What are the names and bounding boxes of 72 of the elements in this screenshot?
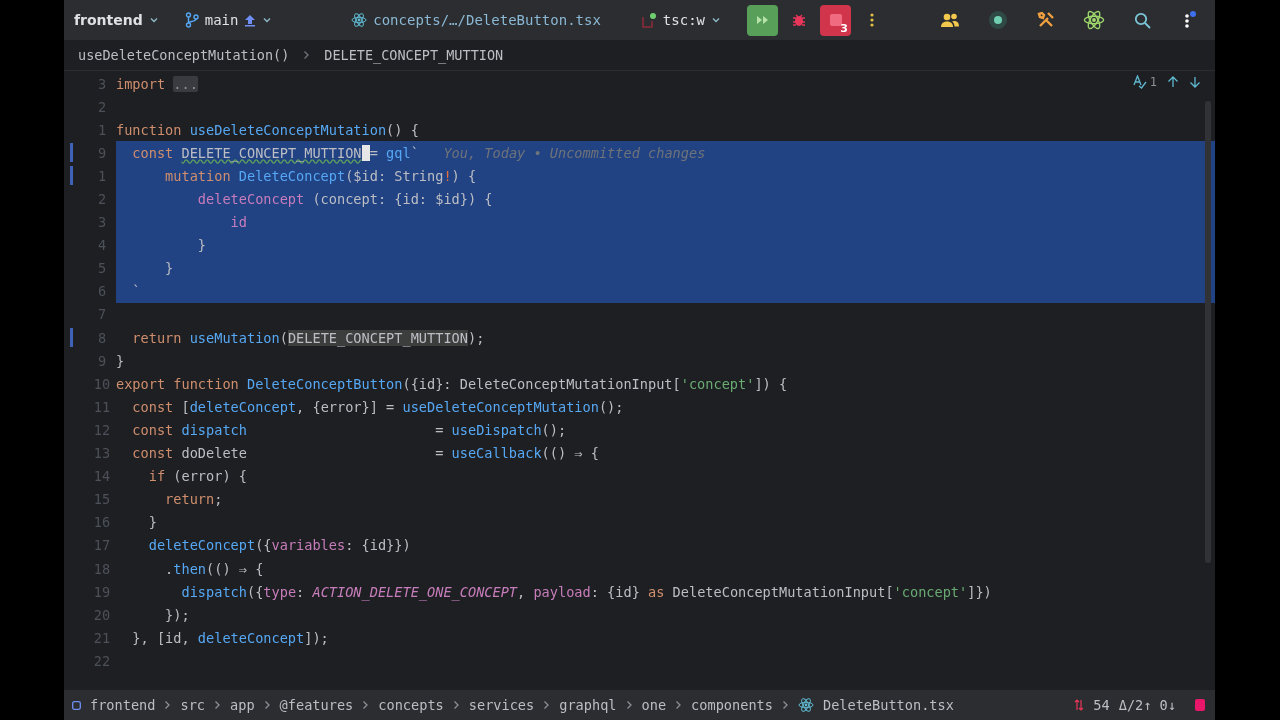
tools-icon bbox=[1037, 11, 1055, 29]
code-line: dispatch({type: ACTION_DELETE_ONE_CONCEPT, payload: {id} as DeleteConceptMutationInput['concept']}) bbox=[180, 582, 993, 603]
plugin-status-icon[interactable] bbox=[1195, 699, 1205, 711]
path-segment[interactable]: @features bbox=[279, 697, 354, 713]
kebab-icon bbox=[870, 13, 874, 27]
arrow-down-icon[interactable] bbox=[1189, 76, 1201, 88]
path-segment[interactable]: concepts bbox=[378, 697, 444, 713]
code-line: return; bbox=[164, 490, 224, 510]
atom-icon bbox=[1083, 9, 1105, 31]
stop-button[interactable]: 3 bbox=[820, 4, 851, 36]
run-config-icon bbox=[640, 12, 657, 28]
chevron-right-icon bbox=[781, 700, 789, 710]
code-line: }); bbox=[164, 605, 191, 625]
code-line: deleteConcept({variables: {id}}) bbox=[147, 536, 412, 556]
vcs-status[interactable]: Δ/2↑ 0↓ bbox=[1118, 697, 1176, 713]
path-segment[interactable]: frontend bbox=[90, 697, 156, 713]
chevron-right-icon bbox=[362, 700, 370, 710]
code-line: const [deleteConcept, {error}] = useDeleteConceptMutation(); bbox=[131, 397, 625, 417]
code-line: export function DeleteConceptButton({id}: DeleteConceptMutationInput['concept']) { bbox=[116, 374, 789, 394]
spellcheck-icon bbox=[1132, 75, 1147, 89]
chevron-right-icon bbox=[164, 700, 172, 710]
arrow-up-icon[interactable] bbox=[1167, 76, 1179, 88]
chevron-right-icon bbox=[625, 700, 633, 710]
breadcrumb-item[interactable]: useDeleteConceptMutation() bbox=[78, 47, 290, 63]
branch-selector[interactable]: main bbox=[184, 12, 273, 28]
inspection-widget[interactable]: 1 bbox=[1132, 75, 1157, 89]
code-line: if (error) { bbox=[147, 467, 248, 487]
chevron-right-icon bbox=[543, 700, 551, 710]
run-button[interactable] bbox=[747, 4, 778, 36]
record-icon bbox=[988, 10, 1008, 30]
code-line: } bbox=[147, 513, 158, 533]
count-label: 3 bbox=[840, 21, 848, 35]
path-segment[interactable]: one bbox=[641, 697, 667, 713]
push-arrow-icon bbox=[244, 13, 257, 27]
search-icon bbox=[1133, 11, 1151, 29]
project-selector[interactable]: frontend bbox=[74, 12, 159, 28]
code-line: const dispatch = useDispatch(); bbox=[131, 420, 568, 440]
code-line: } bbox=[116, 351, 126, 371]
path-segment[interactable]: DeleteButton.tsx bbox=[822, 697, 954, 713]
chevron-right-icon bbox=[675, 700, 683, 710]
chevron-down-icon bbox=[711, 15, 721, 25]
file-tab[interactable]: concepts/…/DeleteButton.tsx bbox=[351, 12, 601, 28]
chevron-down-icon bbox=[148, 15, 159, 25]
react-icon bbox=[797, 697, 814, 713]
scrollbar[interactable] bbox=[1205, 101, 1211, 563]
run-config-selector[interactable]: tsc:w bbox=[640, 12, 721, 28]
breadcrumb-item[interactable]: DELETE_CONCEPT_MUTTION bbox=[324, 47, 504, 63]
chevron-right-icon bbox=[303, 50, 311, 60]
kebab-icon bbox=[1183, 10, 1197, 30]
react-icon bbox=[351, 12, 368, 28]
chevron-right-icon bbox=[214, 700, 222, 710]
code-line: }, [id, deleteConcept]); bbox=[131, 628, 330, 648]
path-segment[interactable]: components bbox=[691, 697, 773, 713]
module-icon bbox=[72, 700, 81, 710]
path-segment[interactable]: services bbox=[468, 697, 535, 713]
chevron-right-icon bbox=[452, 700, 460, 710]
change-count[interactable]: 54 bbox=[1093, 697, 1110, 713]
bug-icon bbox=[792, 13, 806, 27]
code-line: return useMutation(DELETE_CONCEPT_MUTTION); bbox=[131, 328, 486, 349]
code-line: const doDelete = useCallback(() ⇒ { bbox=[131, 444, 600, 464]
path-segment[interactable]: graphql bbox=[559, 697, 617, 713]
path-segment[interactable]: src bbox=[180, 697, 206, 713]
stop-icon bbox=[829, 14, 842, 26]
fast-forward-icon bbox=[755, 15, 770, 25]
path-segment[interactable]: app bbox=[230, 697, 255, 713]
vcs-arrows-icon bbox=[1074, 698, 1085, 712]
users-icon bbox=[940, 12, 960, 28]
branch-icon bbox=[184, 12, 199, 28]
chevron-right-icon bbox=[263, 700, 271, 710]
code-line: function useDeleteConceptMutation() { bbox=[116, 120, 420, 140]
chevron-down-icon bbox=[262, 15, 273, 25]
code-line: .then(() ⇒ { bbox=[164, 559, 265, 579]
